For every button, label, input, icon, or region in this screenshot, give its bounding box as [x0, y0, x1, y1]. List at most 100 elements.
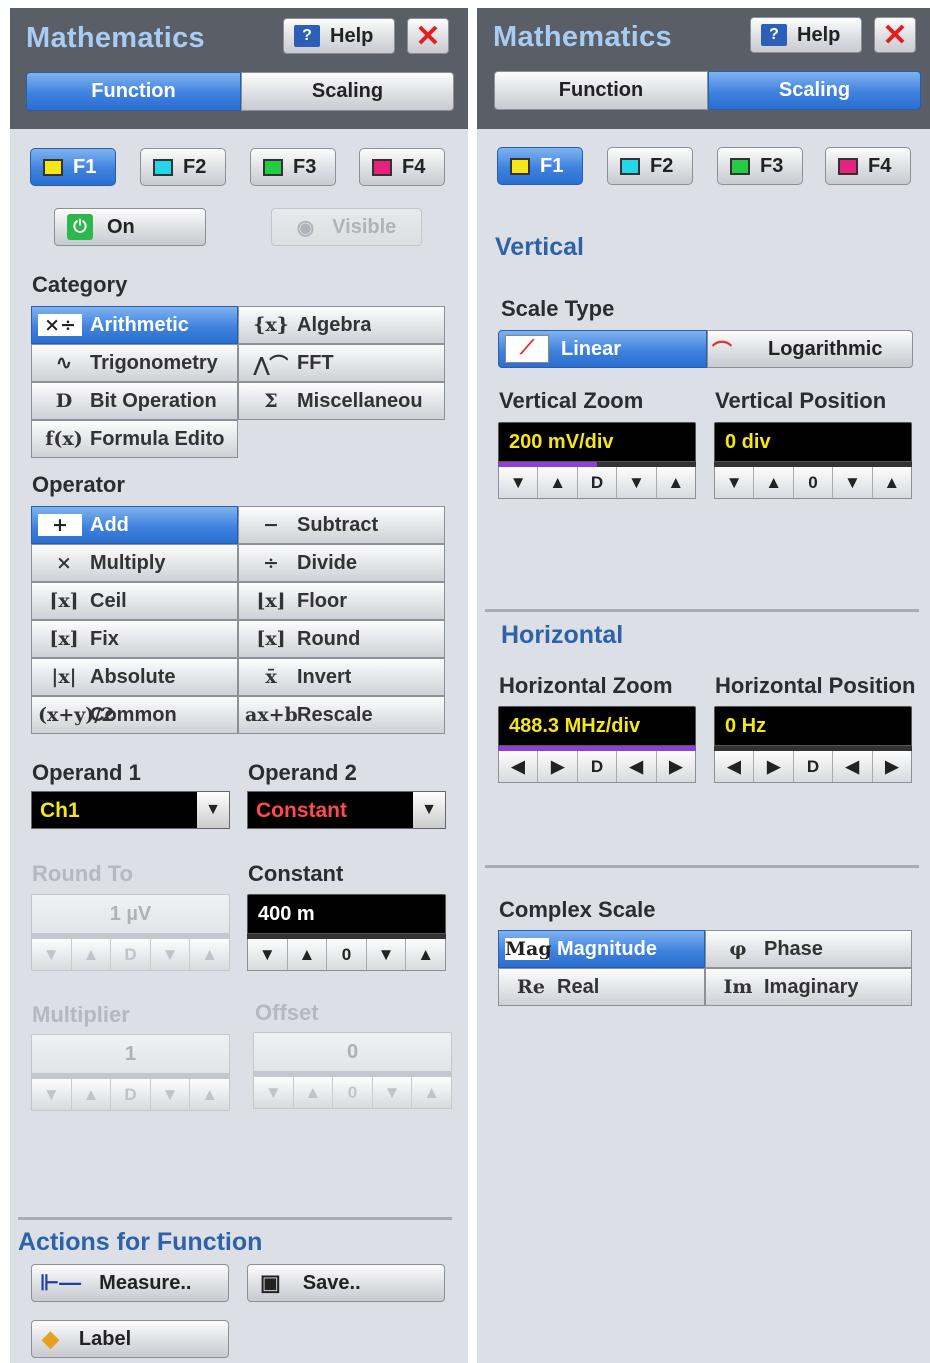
vertical-zoom-display[interactable]: 200 mV/div [498, 422, 696, 462]
help-button[interactable]: ? Help [283, 18, 395, 54]
fine-up-button[interactable]: ▼ [373, 1077, 413, 1108]
coarse-down-button[interactable]: ▼ [254, 1077, 294, 1108]
operator-ceil-button[interactable]: ⌈x⌉ Ceil [31, 582, 238, 620]
operand2-dropdown[interactable]: Constant ▼ [247, 791, 446, 829]
coarse-down-button[interactable]: ▼ [248, 939, 288, 970]
coarse-up-button[interactable]: ▲ [412, 1077, 451, 1108]
help-icon: ? [761, 24, 787, 46]
coarse-right-button[interactable]: ▶ [873, 751, 911, 782]
operator-fix-button[interactable]: [x] Fix [31, 620, 238, 658]
fine-down-button[interactable]: ▲ [72, 1079, 112, 1110]
logarithmic-scale-button[interactable]: ⌒ Logarithmic [707, 330, 913, 368]
complex-phase-button[interactable]: φ Phase [705, 930, 912, 968]
operator-rescale-button[interactable]: ax+b Rescale [238, 696, 445, 734]
fine-right-button[interactable]: ▶ [754, 751, 794, 782]
math-panel-scaling: Mathematics ? Help ✕ Function Scaling F1… [477, 8, 930, 1363]
zero-button[interactable]: 0 [327, 939, 367, 970]
category-algebra-button[interactable]: {x} Algebra [238, 306, 445, 344]
category-arithmetic-icon: ×÷ [38, 314, 82, 336]
logarithmic-label: Logarithmic [768, 337, 883, 360]
complex-real-button[interactable]: Re Real [498, 968, 705, 1006]
fine-down-button[interactable]: ▲ [294, 1077, 334, 1108]
coarse-left-button[interactable]: ◀ [499, 751, 539, 782]
function-f2-button[interactable]: F2 [607, 147, 693, 185]
close-button[interactable]: ✕ [407, 18, 449, 54]
fine-down-button[interactable]: ▲ [538, 467, 578, 498]
category-miscellaneou-button[interactable]: Σ Miscellaneou [238, 382, 445, 420]
operator-floor-button[interactable]: ⌊x⌋ Floor [238, 582, 445, 620]
coarse-left-button[interactable]: ◀ [715, 751, 755, 782]
default-button[interactable]: D [578, 751, 618, 782]
category-algebra-icon: {x} [253, 314, 289, 336]
tab-scaling[interactable]: Scaling [241, 72, 454, 111]
complex-imaginary-button[interactable]: Im Imaginary [705, 968, 912, 1006]
operator-label: Rescale [297, 703, 373, 726]
horizontal-position-display[interactable]: 0 Hz [714, 706, 912, 746]
linear-scale-button[interactable]: ⟋ Linear [498, 330, 707, 368]
default-button[interactable]: D [578, 467, 618, 498]
operator-add-button[interactable]: + Add [31, 506, 238, 544]
category-trigonometry-button[interactable]: ∿ Trigonometry [31, 344, 238, 382]
fine-down-button[interactable]: ▲ [72, 939, 112, 970]
vertical-position-display[interactable]: 0 div [714, 422, 912, 462]
default-button[interactable]: D [111, 1079, 151, 1110]
tab-function[interactable]: Function [26, 72, 241, 111]
fine-right-button[interactable]: ▶ [538, 751, 578, 782]
operator-common-button[interactable]: (x+y)/2 Common [31, 696, 238, 734]
fine-down-button[interactable]: ▲ [288, 939, 328, 970]
save-button[interactable]: ▣ Save.. [247, 1264, 445, 1302]
coarse-up-button[interactable]: ▲ [657, 467, 695, 498]
zero-button[interactable]: 0 [333, 1077, 373, 1108]
fine-up-button[interactable]: ▼ [617, 467, 657, 498]
fine-up-button[interactable]: ▼ [367, 939, 407, 970]
default-button[interactable]: D [111, 939, 151, 970]
fine-up-button[interactable]: ▼ [151, 939, 191, 970]
operator-round-button[interactable]: [x] Round [238, 620, 445, 658]
category-formula-edito-button[interactable]: f(x) Formula Edito [31, 420, 238, 458]
tab-scaling[interactable]: Scaling [708, 71, 921, 110]
operator-absolute-button[interactable]: |x| Absolute [31, 658, 238, 696]
operand1-dropdown[interactable]: Ch1 ▼ [31, 791, 230, 829]
fine-left-button[interactable]: ◀ [617, 751, 657, 782]
coarse-up-button[interactable]: ▲ [406, 939, 445, 970]
category-fft-button[interactable]: ⋀⌒ FFT [238, 344, 445, 382]
coarse-down-button[interactable]: ▼ [32, 939, 72, 970]
coarse-right-button[interactable]: ▶ [657, 751, 695, 782]
function-f1-button[interactable]: F1 [497, 147, 583, 185]
zero-button[interactable]: 0 [794, 467, 834, 498]
operator-multiply-button[interactable]: × Multiply [31, 544, 238, 582]
coarse-down-button[interactable]: ▼ [499, 467, 539, 498]
help-button[interactable]: ? Help [750, 17, 862, 53]
fine-left-button[interactable]: ◀ [833, 751, 873, 782]
complex-magnitude-button[interactable]: Mag Magnitude [498, 930, 705, 968]
constant-display[interactable]: 400 m [247, 894, 446, 934]
coarse-up-button[interactable]: ▲ [190, 1079, 229, 1110]
fine-up-button[interactable]: ▼ [833, 467, 873, 498]
coarse-down-button[interactable]: ▼ [32, 1079, 72, 1110]
function-f1-button[interactable]: F1 [30, 148, 116, 186]
category-arithmetic-button[interactable]: ×÷ Arithmetic [31, 306, 238, 344]
fine-up-button[interactable]: ▼ [151, 1079, 191, 1110]
function-f4-button[interactable]: F4 [359, 148, 445, 186]
measure-button[interactable]: ⊩— Measure.. [31, 1264, 229, 1302]
close-button[interactable]: ✕ [874, 17, 916, 53]
coarse-up-button[interactable]: ▲ [190, 939, 229, 970]
coarse-up-button[interactable]: ▲ [873, 467, 911, 498]
operator-divide-button[interactable]: ÷ Divide [238, 544, 445, 582]
function-f4-button[interactable]: F4 [825, 147, 911, 185]
tab-function[interactable]: Function [494, 71, 708, 110]
function-f3-button[interactable]: F3 [717, 147, 803, 185]
visible-button[interactable]: ◉ Visible [271, 208, 422, 246]
horizontal-zoom-display[interactable]: 488.3 MHz/div [498, 706, 696, 746]
category-label: Bit Operation [90, 389, 217, 412]
function-f2-button[interactable]: F2 [140, 148, 226, 186]
operator-subtract-button[interactable]: − Subtract [238, 506, 445, 544]
fine-down-button[interactable]: ▲ [754, 467, 794, 498]
coarse-down-button[interactable]: ▼ [715, 467, 755, 498]
function-f3-button[interactable]: F3 [250, 148, 336, 186]
category-bit-operation-button[interactable]: D Bit Operation [31, 382, 238, 420]
default-button[interactable]: D [794, 751, 834, 782]
on-toggle-button[interactable]: ⏻ On [54, 208, 206, 246]
label-button[interactable]: ◆ Label [31, 1320, 229, 1358]
operator-invert-button[interactable]: x̄ Invert [238, 658, 445, 696]
